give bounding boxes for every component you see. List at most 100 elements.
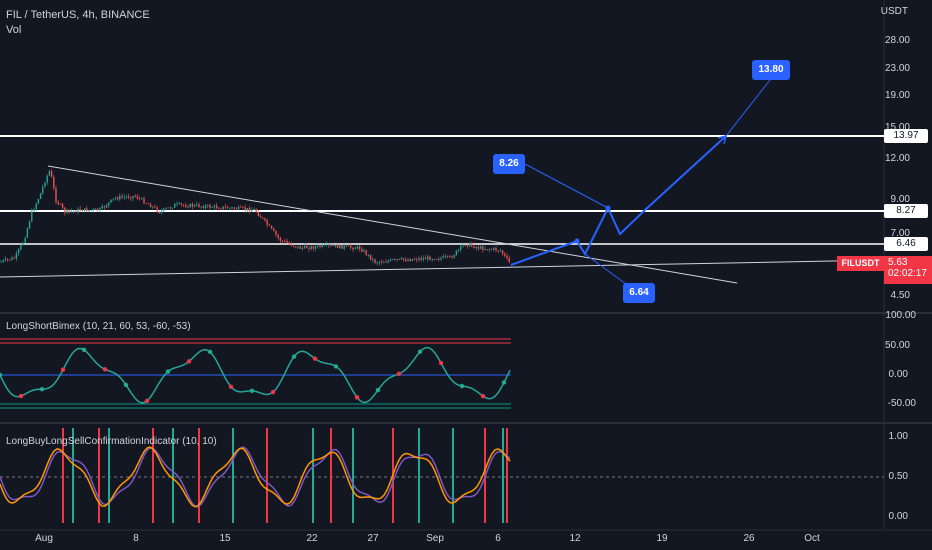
candle-body (341, 244, 343, 249)
ind2-axis-label: 0.00 (888, 511, 908, 522)
candle-body (286, 240, 288, 243)
confirmation-bar (330, 428, 332, 523)
candle-body (453, 255, 455, 258)
candle-body (429, 256, 431, 260)
projection-down-leg[interactable] (584, 253, 631, 288)
candle-body (176, 203, 178, 205)
chart-title[interactable]: FIL / TetherUS, 4h, BINANCE (6, 9, 150, 21)
candle-body (451, 256, 453, 258)
candle-body (64, 207, 66, 213)
target-callout-6-64[interactable]: 6.64 (623, 283, 655, 303)
descending-trendline[interactable] (47, 165, 738, 284)
candle-body (160, 210, 163, 213)
candle-body (215, 205, 218, 209)
oscillator-dot (18, 393, 24, 399)
candle-body (171, 207, 174, 209)
candle-body (218, 208, 220, 209)
candle-body (435, 259, 438, 260)
candle-body (72, 210, 75, 212)
candle-body (292, 245, 295, 247)
candle-body (9, 259, 11, 261)
confirmation-bar (502, 428, 504, 523)
candle-body (422, 258, 425, 260)
candle-body (163, 208, 165, 211)
candle-body (224, 206, 227, 208)
indicator-2-title[interactable]: LongBuyLongSellConfirmationIndicator (10… (6, 436, 217, 447)
candle-body (506, 255, 508, 258)
indicator-1-title[interactable]: LongShortBimex (10, 21, 60, 53, -60, -53… (6, 321, 191, 332)
level-tag-6-46[interactable]: 6.46 (884, 237, 928, 251)
candle-body (125, 196, 128, 198)
volume-label[interactable]: Vol (6, 24, 21, 36)
candle-body (336, 244, 339, 248)
candle-body (35, 203, 37, 210)
candle-body (396, 259, 398, 260)
target-callout-13-80[interactable]: 13.80 (752, 60, 790, 80)
candle-body (204, 205, 207, 209)
candle-body (277, 234, 279, 238)
candle-body (449, 256, 451, 257)
candle-body (0, 261, 2, 263)
candle-body (411, 259, 414, 261)
candle-body (495, 247, 497, 251)
candle-body (477, 247, 480, 249)
candle-body (145, 203, 147, 205)
oscillator-dot (396, 371, 402, 376)
oscillator-dot (417, 349, 423, 354)
candle-body (132, 195, 134, 199)
candle-body (284, 240, 286, 242)
oscillator-dot (375, 387, 381, 393)
oscillator-dot (102, 367, 108, 372)
candle-body (220, 208, 222, 210)
oscillator-dot (228, 384, 234, 390)
level-tag-8-27[interactable]: 8.27 (884, 204, 928, 218)
chart-root[interactable]: FIL / TetherUS, 4h, BINANCE Vol USDT 28.… (0, 0, 932, 550)
candle-body (299, 246, 301, 249)
candle-body (365, 250, 367, 255)
candle-body (361, 249, 363, 252)
projection-node[interactable] (574, 238, 580, 244)
candle-body (88, 209, 90, 212)
candle-body (127, 196, 130, 198)
candle-body (226, 207, 229, 209)
candle-body (248, 208, 251, 212)
oscillator-dot (501, 380, 507, 385)
candle-body (303, 245, 306, 248)
ascending-trendline[interactable] (0, 259, 885, 278)
candle-body (13, 257, 15, 259)
candle-body (202, 206, 205, 209)
target-callout-8-26[interactable]: 8.26 (493, 154, 525, 174)
candle-body (255, 209, 257, 212)
time-axis-label: Aug (35, 533, 53, 544)
candle-body (105, 205, 108, 208)
candle-body (374, 259, 376, 264)
candle-body (147, 203, 150, 205)
candle-body (387, 260, 389, 263)
candle-body (455, 250, 458, 256)
candle-body (83, 208, 86, 212)
level-tag-13-97[interactable]: 13.97 (884, 129, 928, 143)
candle-body (264, 218, 266, 221)
candle-body (391, 259, 394, 261)
oscillator-dot (144, 398, 150, 404)
oscillator-dot (333, 364, 339, 369)
candle-body (68, 209, 70, 212)
symbol-price-tag[interactable]: FILUSDT (837, 256, 884, 271)
candle-body (77, 208, 79, 213)
chart-canvas[interactable] (0, 0, 932, 550)
projection-path[interactable] (510, 135, 727, 266)
time-axis-label: 19 (656, 533, 668, 544)
last-price-tag[interactable]: 5.63 02:02:17 (884, 256, 932, 284)
candle-body (330, 245, 332, 246)
candle-body (409, 259, 411, 261)
candle-body (446, 256, 449, 257)
candle-body (48, 171, 51, 176)
candle-body (152, 206, 154, 208)
candle-body (92, 208, 95, 210)
candle-body (504, 253, 506, 256)
candle-body (196, 204, 198, 206)
candle-body (394, 259, 396, 260)
candle-body (66, 209, 68, 213)
candle-body (187, 206, 189, 208)
candle-body (103, 206, 106, 208)
